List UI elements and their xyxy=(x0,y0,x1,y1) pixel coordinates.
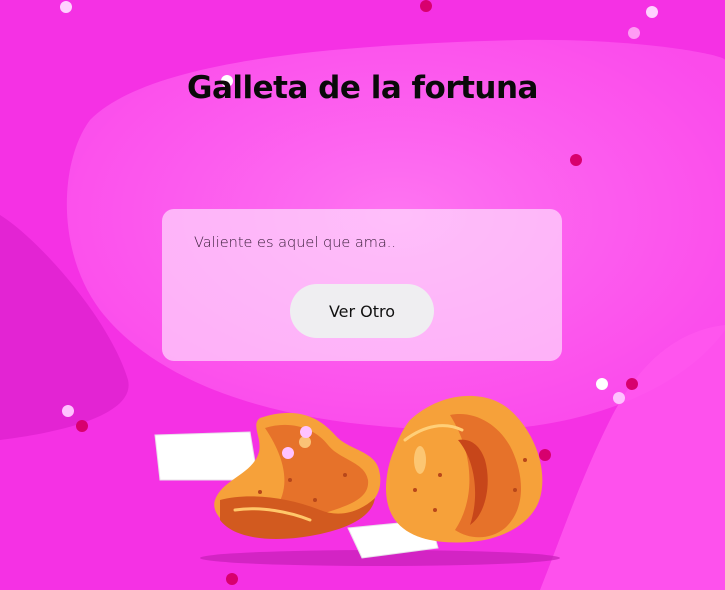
confetti-dot xyxy=(613,392,625,404)
ver-otro-button[interactable]: Ver Otro xyxy=(290,284,434,338)
fortune-quote: Valiente es aquel que ama.. xyxy=(194,235,397,251)
page-title: Galleta de la fortuna xyxy=(187,70,538,106)
confetti-dot xyxy=(628,27,640,39)
confetti-dot xyxy=(60,1,72,13)
confetti-dot xyxy=(420,0,432,12)
confetti-dot xyxy=(646,6,658,18)
confetti-dot xyxy=(282,447,294,459)
confetti-dot xyxy=(570,154,582,166)
paper-slip-left xyxy=(154,431,259,481)
confetti-dot xyxy=(596,378,608,390)
confetti-dot xyxy=(62,405,74,417)
fortune-cookies-illustration xyxy=(154,395,560,566)
confetti-dot xyxy=(626,378,638,390)
fortune-card: Valiente es aquel que ama.. Ver Otro xyxy=(162,209,562,361)
cookie-left xyxy=(214,412,381,539)
confetti-dot xyxy=(300,426,312,438)
confetti-dot xyxy=(76,420,88,432)
cookie-right xyxy=(386,395,543,543)
